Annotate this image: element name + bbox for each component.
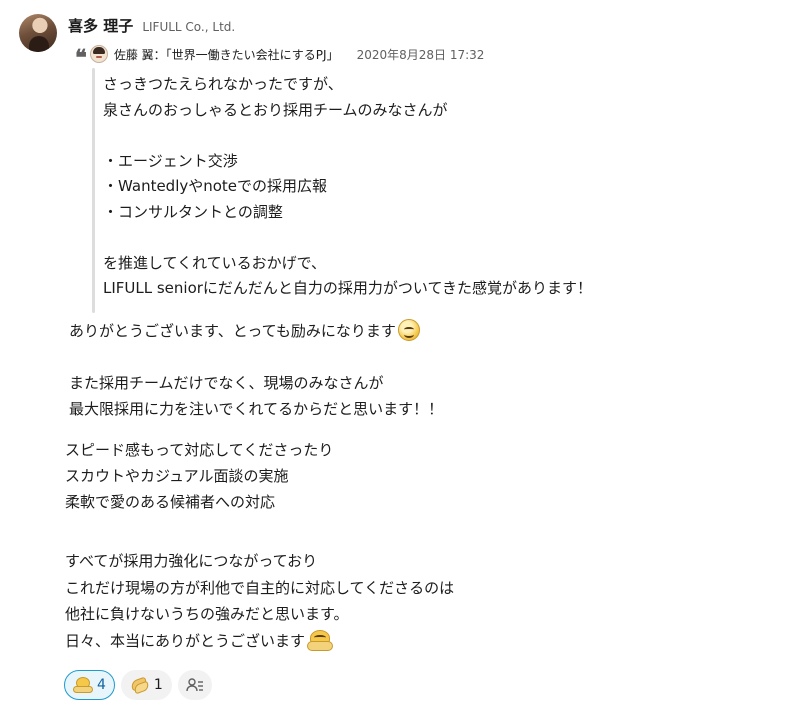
quote-meta: ❝ 佐藤 翼 ：「世界一働きたい会社にするPJ」 2020年8月28日 17:3… — [75, 44, 485, 69]
reaction-clap-button[interactable]: 1 — [120, 670, 172, 700]
message-line: スカウトやカジュアル面談の実施 — [65, 467, 289, 485]
view-reactors-button[interactable] — [177, 670, 212, 700]
message-line: 柔軟で愛のある候補者への対応 — [65, 493, 276, 511]
quoted-timestamp[interactable]: 2020年8月28日 17:32 — [357, 46, 485, 63]
people-list-icon — [186, 678, 203, 692]
quote-line: 泉さんのおっしゃるとおり採用チームのみなさんが — [103, 100, 448, 119]
reaction-bow-button[interactable]: 4 — [64, 670, 115, 700]
message-line: ありがとうございます、とっても励みになります — [69, 318, 420, 344]
quote-line: を推進してくれているおかげで、 — [103, 253, 327, 272]
clap-icon — [129, 676, 151, 695]
message-line: これだけ現場の方が利他で自主的に対応してくださるのは — [65, 578, 455, 597]
quote-icon: ❝ — [75, 45, 87, 71]
message-paragraph: すべてが採用力強化につながっており これだけ現場の方が利他で自主的に対応してくだ… — [65, 548, 454, 654]
quoted-author-avatar[interactable] — [89, 45, 108, 63]
message-paragraph: また採用チームだけでなく、現場のみなさんが 最大限採用に力を注いでくれてるからだ… — [69, 370, 443, 422]
message-line: また採用チームだけでなく、現場のみなさんが — [69, 374, 384, 392]
reaction-count: 4 — [97, 677, 106, 693]
quote-bar — [92, 68, 95, 313]
quote-line: ・エージェント交渉 — [103, 151, 238, 170]
message-line: すべてが採用力強化につながっており — [65, 552, 318, 570]
author-company: LIFULL Co., Ltd. — [142, 20, 236, 34]
message-line: 最大限採用に力を注いでくれてるからだと思います！！ — [69, 400, 444, 418]
quote-line — [103, 123, 592, 149]
reaction-bar: 4 1 — [64, 670, 212, 700]
message-paragraph: スピード感もって対応してくださったり スカウトやカジュアル面談の実施 柔軟で愛の… — [65, 437, 333, 515]
bow-icon — [73, 677, 93, 693]
message-paragraph: ありがとうございます、とっても励みになります — [69, 318, 420, 344]
message-text: 日々、本当にありがとうございます — [65, 631, 306, 650]
quoted-message: さっきつたえられなかったですが、 泉さんのおっしゃるとおり採用チームのみなさんが… — [103, 72, 592, 302]
message-line: スピード感もって対応してくださったり — [65, 441, 334, 459]
quoted-channel[interactable]: ：「世界一働きたい会社にするPJ」 — [154, 46, 339, 63]
message-line: 他社に負けないうちの強みだと思います。 — [65, 605, 349, 623]
quote-line: ・コンサルタントとの調整 — [103, 202, 283, 221]
message-text: ありがとうございます、とっても励みになります — [69, 322, 396, 340]
avatar[interactable] — [19, 14, 57, 52]
bow-emoji-icon — [307, 629, 334, 651]
author-name[interactable]: 喜多 理子 — [68, 17, 133, 35]
smile-emoji-icon — [397, 319, 420, 341]
quote-line: さっきつたえられなかったですが、 — [103, 75, 343, 93]
message-header: 喜多 理子 LIFULL Co., Ltd. — [68, 15, 235, 36]
quoted-author-name[interactable]: 佐藤 翼 — [114, 46, 154, 63]
quote-line — [103, 225, 592, 251]
message-line: 日々、本当にありがとうございます — [65, 628, 454, 655]
quote-line: LIFULL seniorにだんだんと自力の採用力がついてきた感覚があります！ — [103, 279, 593, 297]
quote-line: ・Wantedlyやnoteでの採用広報 — [103, 177, 328, 195]
reaction-count: 1 — [153, 677, 163, 693]
